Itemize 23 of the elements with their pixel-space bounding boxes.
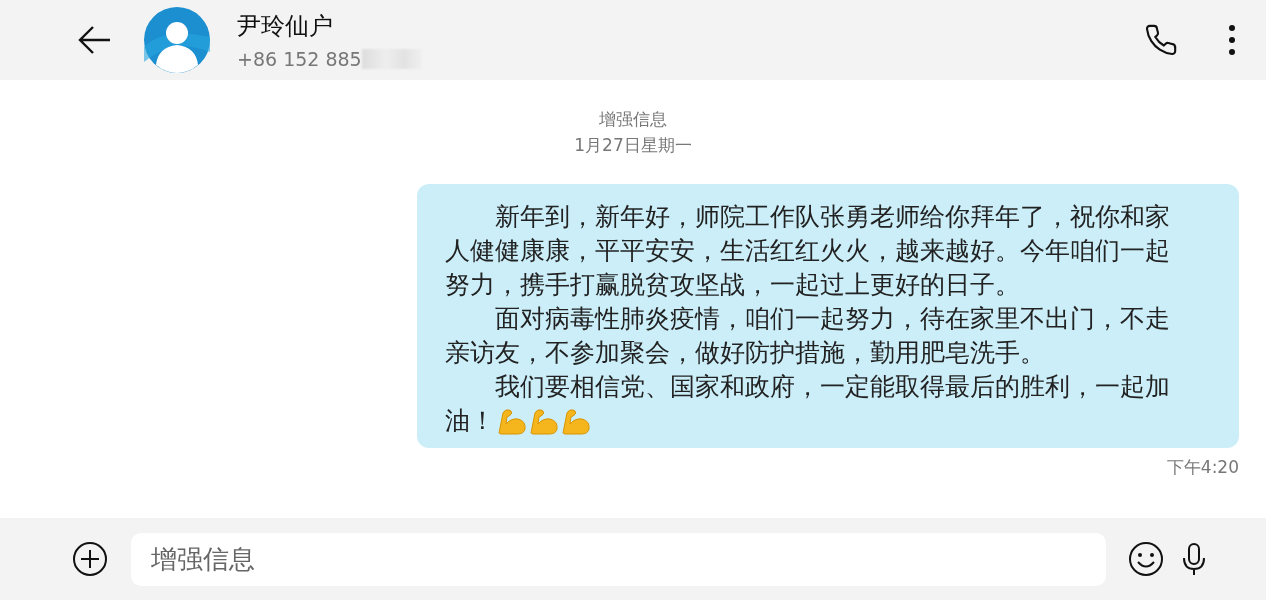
phone-number: +86 152 885 xyxy=(237,48,362,70)
contact-name: 尹玲仙户 xyxy=(237,11,334,42)
back-button[interactable] xyxy=(78,25,112,55)
message-time: 下午4:20 xyxy=(1166,456,1239,479)
emoji-button[interactable] xyxy=(1128,541,1164,577)
flexed-arm-icon xyxy=(497,407,527,435)
more-menu-button[interactable] xyxy=(1228,24,1236,56)
message-text-line: 油！ xyxy=(445,405,495,437)
flexed-arm-icon xyxy=(529,407,559,435)
flexed-arm-icon xyxy=(561,407,591,435)
message-text-line: 新年到，新年好，师院工作队张勇老师给你拜年了，祝你和家 xyxy=(495,201,1170,233)
add-button[interactable] xyxy=(72,541,108,577)
message-text-line: 我们要相信党、国家和政府，一定能取得最后的胜利，一起加 xyxy=(495,371,1170,403)
message-text-line: 人健健康康，平平安安，生活红红火火，越来越好。今年咱们一起 xyxy=(445,235,1170,267)
call-button[interactable] xyxy=(1144,23,1178,57)
message-text-line: 亲访友，不参加聚会，做好防护措施，勤用肥皂洗手。 xyxy=(445,337,1045,369)
message-input[interactable]: 增强信息 xyxy=(131,532,1106,586)
message-text-line: 努力，携手打赢脱贫攻坚战，一起过上更好的日子。 xyxy=(445,269,1020,301)
avatar-icon xyxy=(144,7,210,73)
message-date: 1月27日星期一 xyxy=(574,134,692,157)
thread-label: 增强信息 xyxy=(599,108,667,131)
message-text-line: 面对病毒性肺炎疫情，咱们一起努力，待在家里不出门，不走 xyxy=(495,303,1170,335)
microphone-button[interactable] xyxy=(1180,541,1208,577)
